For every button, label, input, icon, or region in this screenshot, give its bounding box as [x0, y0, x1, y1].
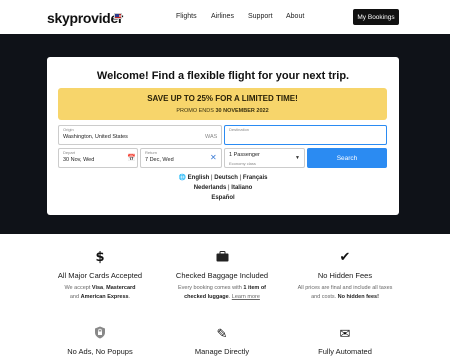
- depart-label: Depart: [63, 150, 76, 155]
- lang-deutsch[interactable]: Deutsch: [214, 175, 238, 181]
- return-label: Return: [145, 150, 158, 155]
- feature-desc-bold: No hidden fees!: [337, 294, 379, 300]
- feature-card: Fully Automated: [270, 347, 420, 356]
- checkmark-icon: ✔: [339, 249, 351, 264]
- feature-desc-bold: American Express: [80, 294, 129, 300]
- lang-francais[interactable]: Français: [243, 175, 268, 181]
- feature-desc-bold: 1 item of: [243, 285, 267, 291]
- lang-english[interactable]: English: [188, 175, 210, 181]
- class-value: Economy class: [229, 161, 256, 166]
- search-button[interactable]: Search: [307, 148, 387, 168]
- us-flag-icon[interactable]: [114, 13, 122, 19]
- promo-subtitle: PROMO ENDS 30 NOVEMBER 2022: [58, 108, 387, 114]
- origin-code: WAS: [205, 134, 218, 140]
- chevron-down-icon[interactable]: ▼: [295, 155, 300, 161]
- feature-desc-text: We accept: [64, 285, 92, 291]
- clear-icon[interactable]: ✕: [210, 153, 217, 162]
- top-navbar: skyprovider Flights Airlines Support Abo…: [0, 0, 450, 34]
- envelope-icon: ✉: [339, 326, 351, 341]
- feature-desc-text: .: [128, 294, 131, 300]
- lang-nederlands[interactable]: Nederlands: [194, 185, 227, 191]
- lang-espanol[interactable]: Español: [211, 195, 234, 201]
- return-date-field[interactable]: Return 7 Dec, Wed ✕: [140, 148, 222, 168]
- nav-airlines[interactable]: Airlines: [211, 13, 234, 20]
- search-card: Welcome! Find a flexible flight for your…: [47, 57, 399, 215]
- passengers-select[interactable]: 1 Passenger Economy class ▼: [224, 148, 305, 168]
- learn-more-link[interactable]: Learn more: [232, 294, 260, 300]
- feature-desc-bold: Visa: [91, 285, 104, 291]
- feature-title: No Hidden Fees: [317, 271, 373, 280]
- feature-desc: All prices are final and include all tax…: [270, 284, 420, 302]
- depart-value: 30 Nov, Wed: [63, 157, 95, 163]
- language-row-1: 🌐 English | Deutsch | Français: [178, 175, 268, 181]
- brand-logo[interactable]: skyprovider: [47, 10, 123, 26]
- nav-support[interactable]: Support: [248, 13, 273, 20]
- origin-field[interactable]: Origin Washington, United States WAS: [58, 125, 222, 145]
- feature-title: Fully Automated: [318, 347, 372, 356]
- feature-desc-text: and costs.: [311, 294, 338, 300]
- lang-italiano[interactable]: Italiano: [231, 185, 252, 191]
- feature-card: No Hidden Fees All prices are final and …: [270, 271, 420, 302]
- language-row-2: Nederlands | Italiano: [193, 185, 253, 191]
- feature-desc-bold: Mastercard: [106, 285, 136, 291]
- passengers-value: 1 Passenger: [229, 152, 260, 158]
- return-value: 7 Dec, Wed: [145, 157, 174, 163]
- language-row-3: Español: [47, 193, 399, 203]
- feature-desc-text: All prices are final and include all tax…: [297, 285, 393, 291]
- promo-date: 30 NOVEMBER 2022: [215, 108, 269, 114]
- globe-icon: 🌐: [178, 175, 186, 181]
- welcome-heading: Welcome! Find a flexible flight for your…: [96, 70, 350, 82]
- promo-title: SAVE UP TO 25% FOR A LIMITED TIME!: [147, 94, 298, 103]
- destination-label: Destination: [229, 127, 250, 132]
- shield-lock-icon-svg: [95, 326, 105, 339]
- promo-banner: SAVE UP TO 25% FOR A LIMITED TIME! PROMO…: [58, 88, 387, 120]
- origin-label: Origin: [63, 127, 74, 132]
- promo-prefix: PROMO ENDS: [176, 108, 216, 114]
- baggage-icon-svg: [216, 251, 228, 262]
- feature-desc-text: Every booking comes with: [177, 285, 244, 291]
- origin-value: Washington, United States: [63, 134, 128, 140]
- nav-flights[interactable]: Flights: [176, 13, 197, 20]
- language-selector: 🌐 English | Deutsch | Français Nederland…: [47, 173, 399, 203]
- depart-date-field[interactable]: Depart 30 Nov, Wed 📅: [58, 148, 138, 168]
- my-bookings-button[interactable]: My Bookings: [353, 9, 399, 25]
- feature-desc-bold: checked luggage: [184, 294, 229, 300]
- calendar-icon[interactable]: 📅: [127, 154, 136, 162]
- feature-desc-text: and: [69, 294, 81, 300]
- destination-field[interactable]: Destination: [224, 125, 387, 145]
- nav-about[interactable]: About: [286, 13, 304, 20]
